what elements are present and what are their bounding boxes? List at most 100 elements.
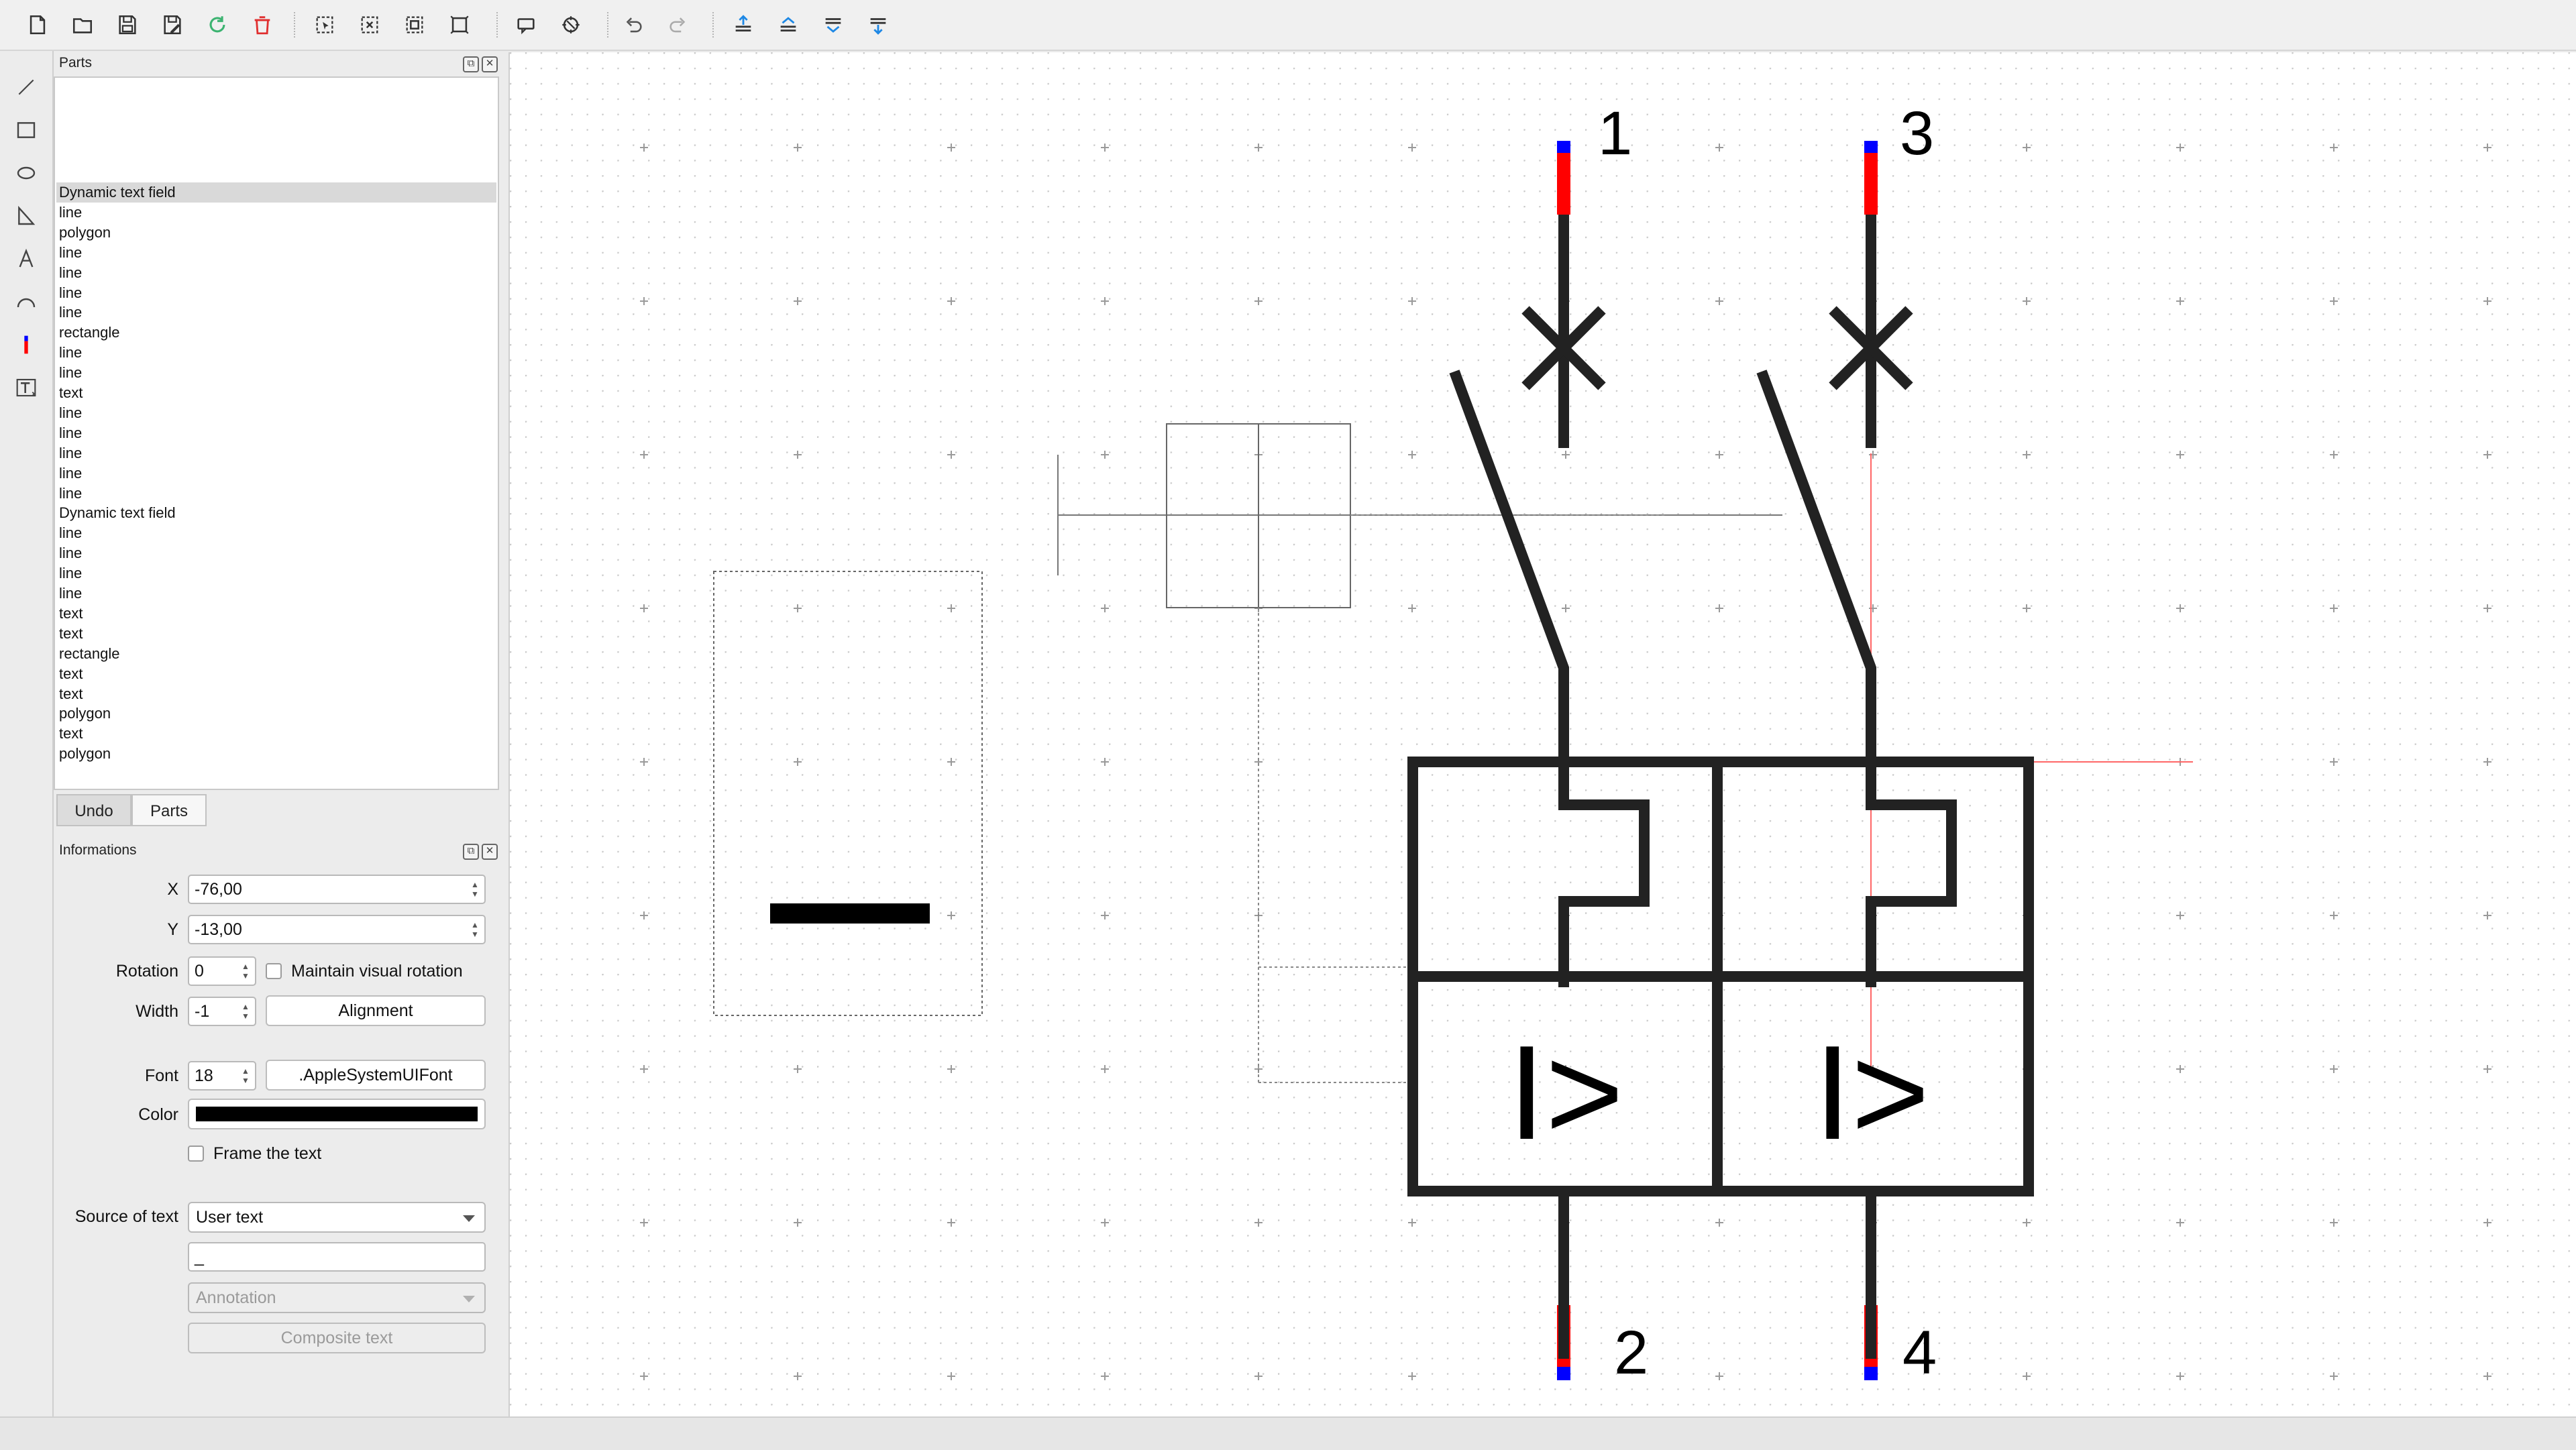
text-input[interactable]: _ <box>188 1242 486 1272</box>
list-item[interactable]: text <box>59 624 83 644</box>
tab-parts[interactable]: Parts <box>131 794 207 826</box>
terminal-label-4[interactable]: 4 <box>1902 1319 1937 1387</box>
delete-icon[interactable] <box>245 7 280 42</box>
list-item[interactable]: line <box>59 523 82 543</box>
reload-icon[interactable] <box>200 7 235 42</box>
list-item[interactable]: line <box>59 403 82 423</box>
canvas-svg[interactable]: 1 3 2 4 I> I> <box>510 52 2576 1416</box>
polygon-tool-icon[interactable] <box>9 199 44 233</box>
annotation-select[interactable]: Annotation <box>188 1282 486 1313</box>
terminal-label-3[interactable]: 3 <box>1900 99 1934 168</box>
lower-icon[interactable] <box>816 7 851 42</box>
deselect-icon[interactable] <box>352 7 387 42</box>
font-size-stepper-icon[interactable]: ▲ ▼ <box>237 1064 254 1088</box>
overcurrent-symbol-2[interactable]: I> <box>1814 1018 1929 1168</box>
alignment-button[interactable]: Alignment <box>266 995 486 1026</box>
terminal-label-1[interactable]: 1 <box>1598 99 1632 168</box>
width-field[interactable]: -1 ▲ ▼ <box>188 997 256 1026</box>
new-document-icon[interactable] <box>20 7 55 42</box>
list-item[interactable]: line <box>59 302 82 323</box>
frame-text-checkbox[interactable] <box>188 1146 204 1162</box>
list-item[interactable]: Dynamic text field <box>59 182 176 203</box>
close-panel-icon[interactable]: ✕ <box>482 844 498 860</box>
color-button[interactable] <box>188 1099 486 1129</box>
font-button[interactable]: .AppleSystemUIFont <box>266 1060 486 1091</box>
undo-icon[interactable] <box>616 7 651 42</box>
save-as-icon[interactable] <box>155 7 190 42</box>
list-item[interactable]: line <box>59 543 82 563</box>
list-item[interactable]: line <box>59 563 82 583</box>
rectangle-tool-icon[interactable] <box>9 113 44 148</box>
send-to-back-icon[interactable] <box>861 7 896 42</box>
font-size-field[interactable]: 18 ▲ ▼ <box>188 1061 256 1091</box>
list-item[interactable]: text <box>59 684 83 704</box>
list-item[interactable]: line <box>59 243 82 263</box>
list-item[interactable]: line <box>59 463 82 484</box>
list-item[interactable]: line <box>59 283 82 303</box>
terminal-body-2 <box>1864 153 1878 215</box>
terminal-tip-2 <box>1864 141 1878 154</box>
open-folder-icon[interactable] <box>65 7 100 42</box>
list-item[interactable]: polygon <box>59 223 111 243</box>
list-item[interactable]: line <box>59 583 82 604</box>
text-field-underscore <box>770 903 930 924</box>
overcurrent-symbol-1[interactable]: I> <box>1508 1018 1623 1168</box>
parts-list[interactable]: Dynamic text field line polygon line line lin… <box>54 76 499 790</box>
x-field[interactable]: -76,00 ▲ ▼ <box>188 875 486 904</box>
terminal-label-2[interactable]: 2 <box>1614 1319 1648 1387</box>
save-icon[interactable] <box>110 7 145 42</box>
list-item[interactable]: Dynamic text field <box>59 503 176 523</box>
terminal-tool-icon[interactable] <box>9 327 44 362</box>
raise-icon[interactable] <box>771 7 806 42</box>
close-panel-icon[interactable]: ✕ <box>482 56 498 72</box>
drawing-canvas[interactable]: 1 3 2 4 I> I> <box>508 52 2576 1416</box>
y-value: -13,00 <box>195 920 242 939</box>
rotation-stepper-icon[interactable]: ▲ ▼ <box>237 959 254 983</box>
side-dock: Parts ⧉ ✕ Dynamic text field line polygon l… <box>54 51 502 1416</box>
tab-undo[interactable]: Undo <box>56 794 131 826</box>
list-item[interactable]: text <box>59 664 83 684</box>
parts-panel-title: Parts <box>59 55 93 70</box>
list-item[interactable]: line <box>59 443 82 463</box>
list-item[interactable]: polygon <box>59 704 111 724</box>
text-input-value: _ <box>195 1247 204 1266</box>
list-item[interactable]: line <box>59 343 82 363</box>
select-all-icon[interactable] <box>307 7 342 42</box>
text-tool-icon[interactable] <box>9 241 44 276</box>
color-swatch <box>196 1107 478 1121</box>
float-panel-icon[interactable]: ⧉ <box>463 844 479 860</box>
maintain-rotation-checkbox[interactable] <box>266 963 282 979</box>
list-item[interactable]: text <box>59 604 83 624</box>
arc-tool-icon[interactable] <box>9 284 44 319</box>
x-label: X <box>167 880 178 899</box>
source-of-text-select[interactable]: User text <box>188 1202 486 1233</box>
list-item[interactable]: line <box>59 423 82 443</box>
scene-settings-icon[interactable] <box>553 7 588 42</box>
annotation-value: Annotation <box>196 1288 276 1307</box>
width-stepper-icon[interactable]: ▲ ▼ <box>237 999 254 1023</box>
invert-selection-icon[interactable] <box>397 7 432 42</box>
composite-text-button[interactable]: Composite text <box>188 1323 486 1353</box>
ellipse-tool-icon[interactable] <box>9 156 44 190</box>
y-stepper-icon[interactable]: ▲ ▼ <box>467 917 483 942</box>
line-tool-icon[interactable] <box>9 70 44 105</box>
list-item[interactable]: line <box>59 263 82 283</box>
terminal-tip-1 <box>1557 141 1570 154</box>
rotation-field[interactable]: 0 ▲ ▼ <box>188 956 256 986</box>
x-stepper-icon[interactable]: ▲ ▼ <box>467 877 483 901</box>
bring-to-front-icon[interactable] <box>726 7 761 42</box>
list-item[interactable]: line <box>59 203 82 223</box>
redo-icon[interactable] <box>661 7 696 42</box>
list-item[interactable]: text <box>59 383 83 403</box>
list-item[interactable]: text <box>59 724 83 744</box>
list-item[interactable]: line <box>59 363 82 383</box>
fit-page-icon[interactable] <box>442 7 477 42</box>
list-item[interactable]: polygon <box>59 744 111 764</box>
list-item[interactable]: line <box>59 484 82 504</box>
list-item[interactable]: rectangle <box>59 323 120 343</box>
dynamic-text-tool-icon[interactable] <box>9 370 44 405</box>
list-item[interactable]: rectangle <box>59 644 120 664</box>
element-properties-icon[interactable] <box>508 7 543 42</box>
y-field[interactable]: -13,00 ▲ ▼ <box>188 915 486 944</box>
float-panel-icon[interactable]: ⧉ <box>463 56 479 72</box>
